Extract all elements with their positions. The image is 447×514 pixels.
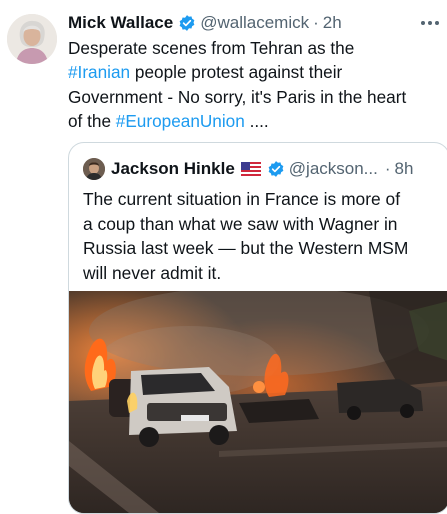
- author-avatar[interactable]: [7, 14, 57, 64]
- quote-verified-badge-icon: [267, 160, 285, 178]
- tweet-text-line: Desperate scenes from Tehran as the: [68, 36, 442, 60]
- author-handle[interactable]: @wallacemick: [200, 13, 309, 33]
- tweet-text-line: #Iranian people protest against their: [68, 60, 442, 84]
- more-options-icon[interactable]: [419, 12, 441, 34]
- hashtag-link[interactable]: #EuropeanUnion: [116, 111, 245, 131]
- quote-header: Jackson Hinkle @jackson... · 8h: [83, 157, 413, 181]
- tweet-text-segment: of the: [68, 111, 116, 132]
- separator-dot: ·: [313, 13, 319, 32]
- quote-text-line: will never admit it.: [83, 262, 222, 283]
- tweet-text-segment: Desperate scenes from Tehran as the: [68, 38, 355, 58]
- quote-text: The current situation in France is more …: [83, 187, 443, 285]
- author-name[interactable]: Mick Wallace: [68, 13, 173, 33]
- quote-text-line: The current situation in France is more …: [83, 189, 401, 209]
- tweet-header: Mick Wallace @wallacemick · 2h: [68, 12, 342, 34]
- quote-media-image[interactable]: [69, 286, 447, 513]
- tweet-text-segment: Government - No sorry, it's Paris in the…: [68, 86, 407, 107]
- quote-timestamp[interactable]: 8h: [395, 159, 414, 179]
- tweet-text-line: Government - No sorry, it's Paris in the…: [68, 85, 442, 109]
- tweet-timestamp[interactable]: 2h: [323, 13, 342, 33]
- tweet-text-line: of the #EuropeanUnion ....: [68, 109, 442, 133]
- avatar-photo: [7, 14, 57, 64]
- quote-author-name[interactable]: Jackson Hinkle: [111, 159, 235, 179]
- quoted-tweet-card[interactable]: Jackson Hinkle @jackson... · 8h The curr…: [68, 142, 447, 514]
- verified-badge-icon: [178, 14, 196, 32]
- hashtag-link[interactable]: #Iranian: [68, 62, 130, 82]
- tweet-text-segment: ....: [244, 111, 269, 132]
- us-flag-icon: [240, 162, 261, 176]
- tweet-text: Desperate scenes from Tehran as the #Iran…: [68, 36, 442, 134]
- quote-text-line: Russia last week — but the Western MSM: [83, 238, 409, 259]
- quote-author-avatar[interactable]: [83, 158, 105, 180]
- tweet-text-segment: people protest against their: [130, 62, 343, 83]
- street-fire-photo: [69, 286, 447, 513]
- quote-text-line: a coup than what we saw with Wagner in: [83, 213, 398, 234]
- quote-author-handle[interactable]: @jackson...: [289, 159, 378, 179]
- quote-separator-dot: ·: [384, 159, 391, 178]
